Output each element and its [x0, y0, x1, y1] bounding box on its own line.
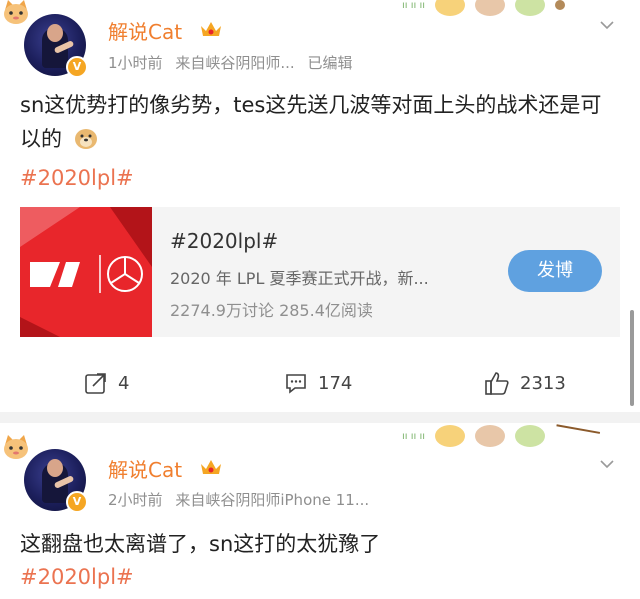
repost-action[interactable]: 4 [84, 366, 129, 400]
post-time: 2小时前 [108, 491, 163, 509]
post-2: V 解说Cat 2小时前 来自峡谷阴阳师iPhone 11... ıı ıı ı… [0, 423, 640, 599]
like-action[interactable]: 2313 [484, 366, 566, 400]
topic-card[interactable]: #2020lpl# 2020 年 LPL 夏季赛正式开战，新... 2274.9… [20, 207, 620, 337]
post-topic-button[interactable]: 发博 [508, 250, 602, 292]
post-1: V 解说Cat 1小时前 来自峡谷阴阳师... 已编辑 ıı ıı ıı sn这… [0, 0, 640, 412]
thumbs-up-icon [485, 372, 509, 395]
author-name[interactable]: 解说Cat [108, 16, 182, 45]
source-prefix: 来自 [175, 54, 206, 72]
source-prefix: 来自 [175, 491, 206, 509]
crown-badge-icon [201, 460, 221, 474]
post-divider [0, 412, 640, 423]
post-time: 1小时前 [108, 54, 163, 72]
scrollbar[interactable] [630, 310, 634, 406]
comment-action[interactable]: 174 [284, 366, 352, 400]
like-count: 2313 [520, 372, 566, 394]
topic-card-description: 2020 年 LPL 夏季赛正式开战，新... [170, 269, 429, 288]
doge-emoji-icon [74, 129, 97, 149]
repost-icon [85, 373, 106, 394]
cat-decoration-icon [4, 435, 28, 459]
topic-card-title: #2020lpl# [170, 229, 279, 253]
post-source[interactable]: 峡谷阴阳师iPhone 11... [205, 491, 369, 509]
post-meta: 2小时前 来自峡谷阴阳师iPhone 11... [108, 489, 369, 510]
post-text: sn这优势打的像劣势，tes这先送几波等对面上头的战术还是可以的 [20, 93, 602, 151]
verified-v-icon: V [66, 491, 88, 513]
edited-label: 已编辑 [307, 54, 353, 72]
post-text: 这翻盘也太离谱了，sn这打的太犹豫了 [20, 532, 381, 556]
cat-decoration-icon [4, 0, 28, 24]
author-name[interactable]: 解说Cat [108, 454, 182, 483]
chevron-down-icon[interactable] [600, 457, 614, 471]
card-decoration: ıı ıı ıı [402, 0, 566, 16]
hashtag-link[interactable]: #2020lpl# [20, 166, 134, 190]
crown-badge-icon [201, 22, 221, 36]
comment-icon [286, 374, 306, 394]
chevron-down-icon[interactable] [600, 18, 614, 32]
post-source[interactable]: 峡谷阴阳师... [205, 54, 294, 72]
repost-count: 4 [118, 372, 130, 394]
topic-card-stats: 2274.9万讨论 285.4亿阅读 [170, 301, 373, 320]
hashtag-link[interactable]: #2020lpl# [20, 565, 134, 589]
post-meta: 1小时前 来自峡谷阴阳师... 已编辑 [108, 52, 352, 73]
topic-card-image [20, 207, 152, 337]
verified-v-icon: V [66, 56, 88, 78]
comment-count: 174 [318, 372, 353, 394]
card-decoration: ıı ıı ıı [402, 424, 601, 448]
